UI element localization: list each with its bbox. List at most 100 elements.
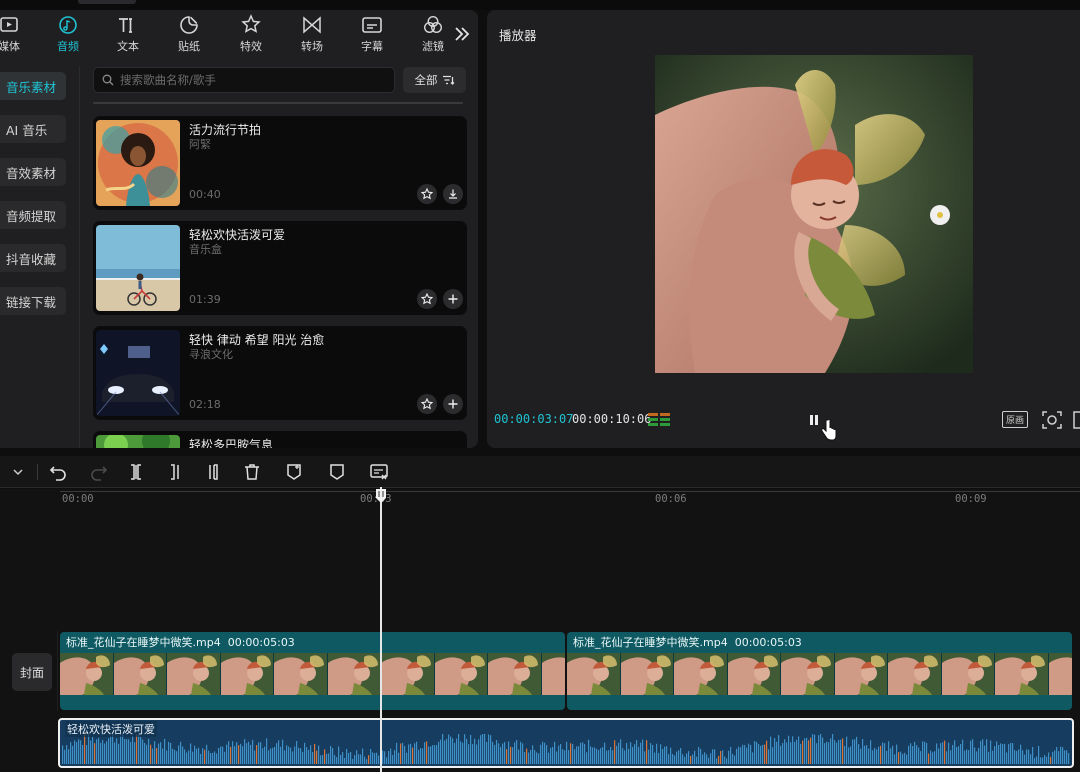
sidebar-item-douyin-favorites[interactable]: 抖音收藏 bbox=[0, 244, 66, 272]
tab-caption[interactable]: 字幕 bbox=[347, 12, 397, 56]
clip-frame-thumbnail bbox=[60, 653, 114, 695]
timeline-toolbar bbox=[0, 456, 1080, 488]
delete-icon[interactable] bbox=[241, 462, 263, 482]
cover-button[interactable]: 封面 bbox=[12, 653, 52, 691]
trim-right-icon[interactable] bbox=[202, 462, 224, 482]
trim-left-icon[interactable] bbox=[164, 462, 186, 482]
pause-icon[interactable] bbox=[807, 413, 821, 427]
music-list-item[interactable]: 轻快 律动 希望 阳光 治愈 寻浪文化 02:18 bbox=[93, 326, 467, 420]
favorite-button[interactable] bbox=[417, 184, 437, 204]
time-ruler[interactable]: 00:00 00:03 00:06 00:09 bbox=[0, 489, 1080, 511]
clip-name: 标准_花仙子在睡梦中微笑.mp4 bbox=[573, 636, 728, 649]
video-clip[interactable]: 标准_花仙子在睡梦中微笑.mp4 00:00:05:03 bbox=[567, 632, 1072, 710]
music-title: 轻松多巴胺气息 bbox=[189, 438, 274, 448]
clip-duration: 00:00:05:03 bbox=[734, 636, 802, 649]
download-button[interactable] bbox=[443, 184, 463, 204]
text-icon bbox=[119, 18, 132, 33]
sidebar-item-ai-music[interactable]: AI 音乐 bbox=[0, 115, 66, 143]
redo-icon[interactable] bbox=[87, 462, 109, 482]
sidebar-item-sound-effects[interactable]: 音效素材 bbox=[0, 158, 66, 186]
tab-label: 滤镜 bbox=[422, 40, 444, 53]
tab-label: 文本 bbox=[117, 40, 139, 53]
music-artist: 音乐盒 bbox=[189, 243, 222, 256]
clip-frame-thumbnail bbox=[1048, 653, 1072, 695]
list-top-divider bbox=[93, 102, 463, 104]
playhead-handle-icon[interactable] bbox=[375, 488, 387, 504]
tab-filter[interactable]: 滤镜 bbox=[408, 12, 458, 56]
window-tab[interactable] bbox=[78, 0, 136, 4]
sidebar-item-link-download[interactable]: 链接下载 bbox=[0, 287, 66, 315]
ratio-label: 原画 bbox=[1005, 416, 1024, 426]
clip-thumbnails bbox=[567, 653, 1072, 695]
pointer-mode-chevron-icon[interactable] bbox=[0, 462, 10, 482]
favorite-button[interactable] bbox=[417, 289, 437, 309]
timeline-area[interactable]: 00:00 00:03 00:06 00:09 封面 标准_花仙子在睡梦中微笑.… bbox=[0, 489, 1080, 772]
music-duration: 02:18 bbox=[189, 398, 221, 411]
add-icon bbox=[448, 294, 458, 304]
tab-media[interactable]: 媒体 bbox=[0, 12, 34, 56]
music-duration: 01:39 bbox=[189, 293, 221, 306]
clip-frame-thumbnail bbox=[541, 653, 565, 695]
clip-frame-thumbnail bbox=[381, 653, 435, 695]
tab-transition[interactable]: 转场 bbox=[287, 12, 337, 56]
tab-label: 媒体 bbox=[0, 40, 20, 53]
music-artist: 寻浪文化 bbox=[189, 348, 233, 361]
sidebar-item-music-library[interactable]: 音乐素材 bbox=[0, 72, 66, 100]
sidebar-item-audio-extract[interactable]: 音频提取 bbox=[0, 201, 66, 229]
filter-dropdown[interactable]: 全部 bbox=[403, 67, 466, 93]
tab-label: 特效 bbox=[240, 40, 262, 53]
fullscreen-focus-icon[interactable] bbox=[1042, 411, 1062, 429]
undo-icon[interactable] bbox=[48, 462, 70, 482]
fullscreen-icon[interactable] bbox=[1073, 411, 1080, 429]
music-list-item[interactable]: 活力流行节拍 阿緊 00:40 bbox=[93, 116, 467, 210]
total-duration: 00:00:10:06 bbox=[572, 412, 652, 426]
audio-clip[interactable]: 轻松欢快活泼可爱 bbox=[58, 718, 1074, 768]
video-clip[interactable]: 标准_花仙子在睡梦中微笑.mp4 00:00:05:03 bbox=[60, 632, 565, 710]
album-cover-image bbox=[96, 120, 180, 206]
caption-icon bbox=[362, 17, 382, 33]
clip-frame-thumbnail bbox=[434, 653, 488, 695]
auto-caption-icon[interactable] bbox=[368, 462, 390, 482]
add-icon bbox=[448, 399, 458, 409]
favorite-button[interactable] bbox=[417, 394, 437, 414]
add-button[interactable] bbox=[443, 394, 463, 414]
clip-frame-thumbnail bbox=[727, 653, 781, 695]
playhead[interactable] bbox=[380, 487, 382, 772]
album-cover-image bbox=[96, 330, 180, 416]
toolbar-divider bbox=[37, 464, 38, 480]
audio-icon bbox=[59, 16, 77, 34]
clip-label: 标准_花仙子在睡梦中微笑.mp4 00:00:05:03 bbox=[66, 634, 295, 650]
clip-frame-thumbnail bbox=[113, 653, 167, 695]
tab-sticker[interactable]: 贴纸 bbox=[164, 12, 214, 56]
clip-frame-thumbnail bbox=[941, 653, 995, 695]
marker-icon[interactable] bbox=[326, 462, 348, 482]
clip-frame-thumbnail bbox=[674, 653, 728, 695]
split-icon[interactable] bbox=[125, 462, 147, 482]
video-preview[interactable] bbox=[655, 55, 973, 373]
ruler-label: 00:00 bbox=[62, 493, 94, 505]
clip-frame-thumbnail bbox=[327, 653, 381, 695]
music-list-item[interactable]: 轻松多巴胺气息 bbox=[93, 431, 467, 448]
clip-frame-thumbnail bbox=[488, 653, 542, 695]
music-search-box[interactable] bbox=[93, 67, 395, 93]
music-duration: 00:40 bbox=[189, 188, 221, 201]
tab-text[interactable]: 文本 bbox=[103, 12, 153, 56]
search-input[interactable] bbox=[120, 73, 380, 87]
original-ratio-button[interactable]: 原画 bbox=[1002, 411, 1028, 428]
favorite-icon bbox=[421, 398, 433, 410]
tab-audio[interactable]: 音频 bbox=[43, 12, 93, 56]
chevron-down-icon[interactable] bbox=[10, 462, 26, 482]
mouse-cursor-icon bbox=[821, 419, 837, 441]
asset-toolbar: 媒体 音频 文本 贴纸 特效 转场 字幕 滤镜 bbox=[0, 10, 478, 58]
clip-frame-thumbnail bbox=[995, 653, 1049, 695]
music-list-item[interactable]: 轻松欢快活泼可爱 音乐盒 01:39 bbox=[93, 221, 467, 315]
add-marker-icon[interactable] bbox=[283, 462, 305, 482]
tab-effects[interactable]: 特效 bbox=[226, 12, 276, 56]
more-tabs-icon[interactable] bbox=[452, 24, 472, 44]
asset-panel: 媒体 音频 文本 贴纸 特效 转场 字幕 滤镜 音乐素材 AI 音乐 音效素材 … bbox=[0, 10, 478, 448]
add-button[interactable] bbox=[443, 289, 463, 309]
clip-frame-thumbnail bbox=[567, 653, 621, 695]
music-artist: 阿緊 bbox=[189, 138, 211, 151]
tab-label: 音频 bbox=[57, 40, 79, 53]
transition-icon bbox=[303, 16, 321, 34]
